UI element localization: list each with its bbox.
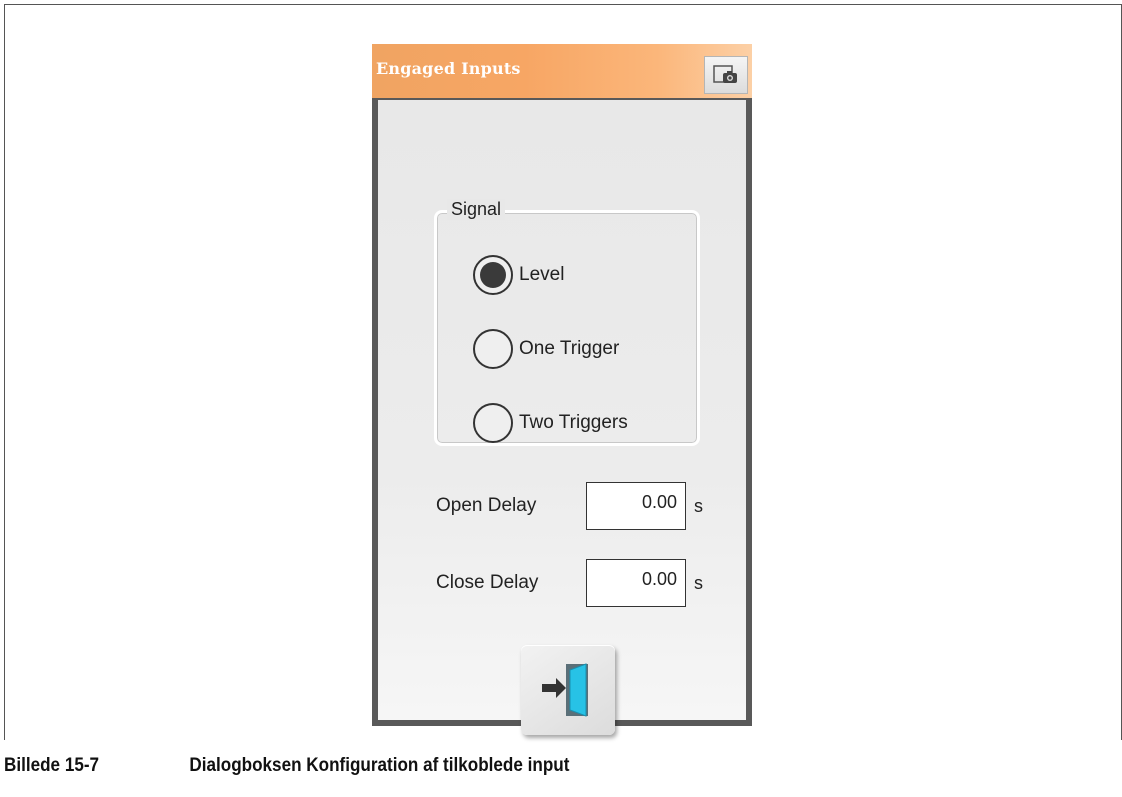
exit-door-icon xyxy=(542,663,588,717)
radio-label-two-triggers: Two Triggers xyxy=(519,412,628,433)
open-delay-unit: s xyxy=(694,495,703,516)
screenshot-button[interactable] xyxy=(704,56,748,94)
camera-icon xyxy=(713,65,737,83)
radio-dot xyxy=(480,262,506,288)
dialog-body: Signal Level One Trigger Two Triggers Op… xyxy=(378,100,746,735)
radio-label-level: Level xyxy=(519,264,565,285)
figure-caption: Billede 15-7 Dialogboksen Konfiguration … xyxy=(4,755,569,777)
open-delay-row: Open Delay 0.00 s xyxy=(436,480,703,532)
signal-group: Signal Level One Trigger Two Triggers xyxy=(434,199,700,446)
dialog-titlebar: Engaged Inputs xyxy=(372,44,752,98)
caption-number: Billede 15-7 xyxy=(4,755,100,776)
close-delay-row: Close Delay 0.00 s xyxy=(436,557,703,609)
open-delay-label: Open Delay xyxy=(436,495,537,516)
exit-button[interactable] xyxy=(521,645,615,735)
radio-two-triggers[interactable]: Two Triggers xyxy=(473,401,628,445)
engaged-inputs-dialog: Engaged Inputs Signal Level One Trigger … xyxy=(372,44,752,735)
close-delay-unit: s xyxy=(694,572,703,593)
close-delay-label: Close Delay xyxy=(436,572,539,593)
open-delay-input[interactable]: 0.00 xyxy=(586,482,686,530)
radio-label-one-trigger: One Trigger xyxy=(519,338,620,359)
radio-level[interactable]: Level xyxy=(473,253,564,297)
radio-one-trigger[interactable]: One Trigger xyxy=(473,327,619,371)
dialog-title: Engaged Inputs xyxy=(376,59,521,78)
radio-button[interactable] xyxy=(473,403,513,443)
caption-text: Dialogboksen Konfiguration af tilkoblede… xyxy=(189,755,570,776)
signal-legend: Signal xyxy=(447,199,506,220)
radio-button-selected[interactable] xyxy=(473,255,513,295)
close-delay-input[interactable]: 0.00 xyxy=(586,559,686,607)
radio-button[interactable] xyxy=(473,329,513,369)
